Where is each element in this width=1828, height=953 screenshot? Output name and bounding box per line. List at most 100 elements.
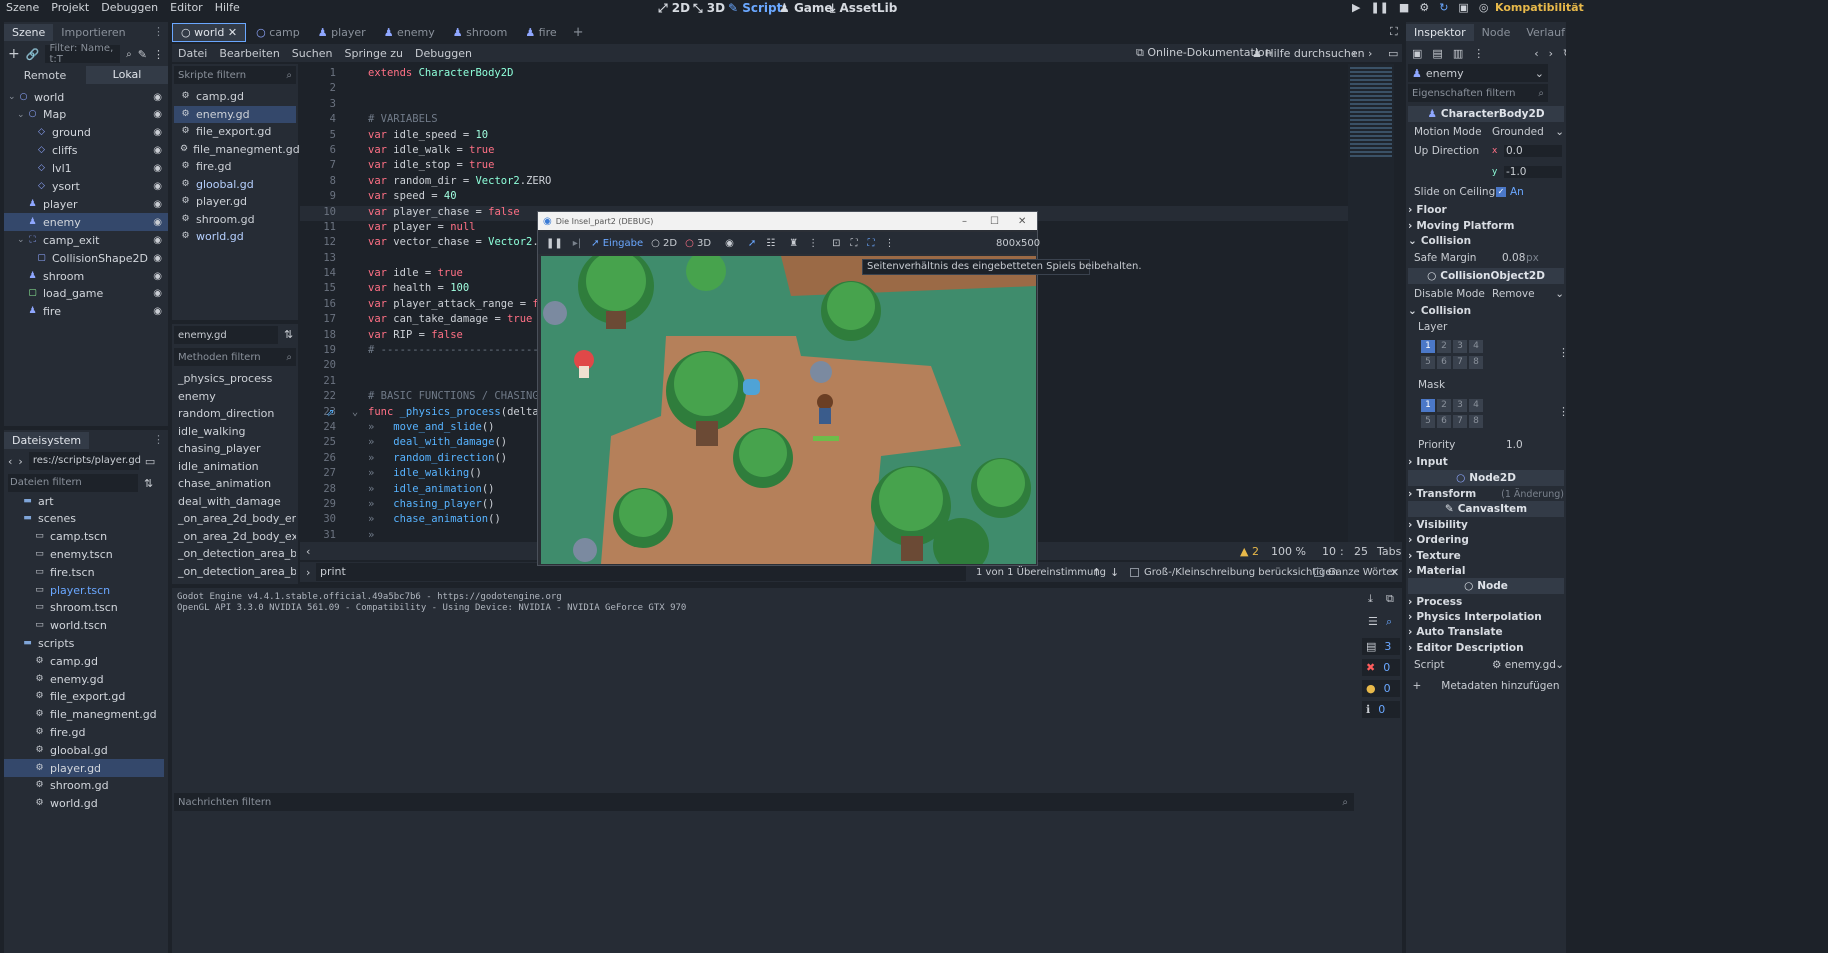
open-resource-icon[interactable]: ▤: [1432, 47, 1442, 60]
filter-lines-icon[interactable]: ☰: [1368, 615, 1378, 628]
fold-gutter[interactable]: [342, 159, 368, 174]
code-line[interactable]: 4 # VARIABELS: [300, 113, 1340, 128]
menu-szene[interactable]: Szene: [6, 1, 39, 14]
game-menu-icon[interactable]: ⋮: [885, 238, 895, 249]
close-icon[interactable]: ✕: [1018, 216, 1026, 227]
link-icon[interactable]: 🔗: [26, 48, 40, 61]
visibility-eye-icon[interactable]: ◉: [153, 271, 162, 282]
line-number[interactable]: 24: [300, 421, 342, 436]
mask-bit[interactable]: 8: [1469, 415, 1483, 428]
line-number[interactable]: 8: [300, 175, 342, 190]
chevron-down-icon[interactable]: ⌄: [17, 110, 27, 120]
forward-icon[interactable]: ›: [18, 455, 22, 468]
script-list-item[interactable]: ⚙ file_export.gd: [174, 123, 296, 141]
scene-tree-item[interactable]: ⌄ ○ world ◉: [4, 88, 168, 106]
disable-mode-select[interactable]: Remove: [1492, 288, 1535, 300]
properties-filter-input[interactable]: Eigenschaften filtern ⌕: [1408, 84, 1548, 102]
fold-gutter[interactable]: [342, 483, 368, 498]
motion-mode-select[interactable]: Grounded: [1492, 126, 1544, 138]
filter-errors-toggle[interactable]: ✖ 0: [1362, 659, 1400, 676]
prev-match-icon[interactable]: ↑: [1092, 566, 1101, 579]
visibility-eye-icon[interactable]: ◉: [153, 235, 162, 246]
line-number[interactable]: 16: [300, 298, 342, 313]
tab-verlauf[interactable]: Verlauf: [1518, 24, 1573, 41]
layer-bit[interactable]: 5: [1421, 356, 1435, 369]
case-checkbox[interactable]: [1130, 567, 1139, 577]
scene-tree-item[interactable]: ▢ CollisionShape2D ◉: [4, 249, 168, 267]
visibility-eye-icon[interactable]: ◉: [153, 109, 162, 120]
copy-icon[interactable]: ⧉: [1386, 592, 1394, 606]
line-number[interactable]: 13: [300, 252, 342, 267]
scene-tab[interactable]: ♟ fire: [517, 24, 564, 41]
script-list-item[interactable]: ⚙ enemy.gd: [174, 105, 296, 123]
line-number[interactable]: 3: [300, 98, 342, 113]
zoom-level[interactable]: 100 %: [1271, 545, 1306, 558]
method-list-item[interactable]: _on_detection_area_bod...: [172, 563, 296, 581]
file-tree-item[interactable]: ⚙ camp.gd: [4, 652, 164, 670]
tab-dateisystem[interactable]: Dateisystem: [4, 431, 90, 449]
script-list-item[interactable]: ⚙ camp.gd: [174, 88, 296, 106]
scripts-filter-input[interactable]: Skripte filtern ⌕: [174, 66, 296, 84]
script-list-item[interactable]: ⚙ file_manegment.gd: [174, 141, 300, 159]
collision-sub-section[interactable]: ⌄ Collision: [1408, 303, 1564, 319]
movie-icon[interactable]: ▣: [1458, 1, 1468, 14]
layer-bit[interactable]: 4: [1469, 340, 1483, 353]
safe-margin-input[interactable]: 0.08: [1502, 252, 1525, 264]
method-list-item[interactable]: chasing_player: [172, 440, 296, 458]
layer-bit[interactable]: 3: [1453, 340, 1467, 353]
scene-tree-item[interactable]: ◇ lvl1 ◉: [4, 160, 168, 178]
fs-menu-icon[interactable]: ⋮: [153, 433, 164, 446]
transform-section[interactable]: › Transform (1 Änderung): [1408, 486, 1564, 502]
up-x-input[interactable]: 0.0: [1504, 145, 1562, 157]
select-icon[interactable]: ➚: [748, 238, 756, 249]
fold-gutter[interactable]: [342, 113, 368, 128]
fold-gutter[interactable]: [342, 175, 368, 190]
pause-icon[interactable]: ❚❚: [1370, 1, 1388, 14]
add-metadata-button[interactable]: + Metadaten hinzufügen: [1408, 678, 1564, 694]
menu-projekt[interactable]: Projekt: [51, 1, 89, 14]
method-list-item[interactable]: enemy: [172, 388, 296, 406]
dock-menu-icon[interactable]: ⋮: [153, 25, 164, 38]
file-tree-item[interactable]: ⚙ world.gd: [4, 795, 164, 813]
slide-ceiling-checkbox[interactable]: ✓: [1496, 187, 1506, 197]
editor-desc-section[interactable]: › Editor Description: [1408, 640, 1564, 656]
line-number[interactable]: 11: [300, 221, 342, 236]
fold-gutter[interactable]: [342, 190, 368, 205]
fold-gutter[interactable]: [342, 67, 368, 82]
script-list-item[interactable]: ⚙ shroom.gd: [174, 211, 296, 229]
scene-tree-item[interactable]: ⌄ ⛶ camp_exit ◉: [4, 231, 168, 249]
code-line[interactable]: 6 var idle_walk = true: [300, 144, 1340, 159]
menu-hilfe[interactable]: Hilfe: [215, 1, 240, 14]
line-number[interactable]: 31: [300, 529, 342, 542]
help-search-button[interactable]: ♟ Hilfe durchsuchen: [1252, 47, 1365, 60]
fold-gutter[interactable]: [342, 252, 368, 267]
scene-tab[interactable]: ○ camp: [248, 24, 308, 41]
whole-words-checkbox[interactable]: [1314, 567, 1323, 577]
fold-gutter[interactable]: [342, 452, 368, 467]
file-tree-item[interactable]: ▭ player.tscn: [4, 581, 164, 599]
remote-tab[interactable]: Remote: [4, 69, 86, 82]
up-y-input[interactable]: -1.0: [1504, 166, 1562, 178]
current-script-field[interactable]: enemy.gd: [174, 326, 278, 344]
line-number[interactable]: 9: [300, 190, 342, 205]
line-number[interactable]: 6: [300, 144, 342, 159]
scene-tree-item[interactable]: ⌄ ○ Map ◉: [4, 106, 168, 124]
mask-bit[interactable]: 1: [1421, 399, 1435, 412]
prev-script-icon[interactable]: ‹: [1352, 47, 1356, 60]
file-tree-item[interactable]: ⚙ fire.gd: [4, 723, 164, 741]
filter-warnings-toggle[interactable]: ● 0: [1362, 680, 1400, 697]
line-number[interactable]: 23: [300, 406, 342, 421]
file-tree-item[interactable]: ▭ enemy.tscn: [4, 545, 164, 563]
fold-gutter[interactable]: [342, 98, 368, 113]
chevron-down-icon[interactable]: ⌄: [17, 235, 27, 245]
line-number[interactable]: 28: [300, 483, 342, 498]
input-mode-button[interactable]: ➚ Eingabe: [591, 238, 643, 249]
visibility-eye-icon[interactable]: ◉: [153, 127, 162, 138]
search-output-icon[interactable]: ⌕: [1386, 615, 1392, 629]
layer-bit[interactable]: 2: [1437, 340, 1451, 353]
mode-3d-game-button[interactable]: ○ 3D: [685, 238, 711, 249]
fold-gutter[interactable]: [342, 267, 368, 282]
material-section[interactable]: › Material: [1408, 563, 1564, 579]
next-script-icon[interactable]: ›: [1368, 47, 1372, 60]
method-list-item[interactable]: deal_with_damage: [172, 493, 296, 511]
